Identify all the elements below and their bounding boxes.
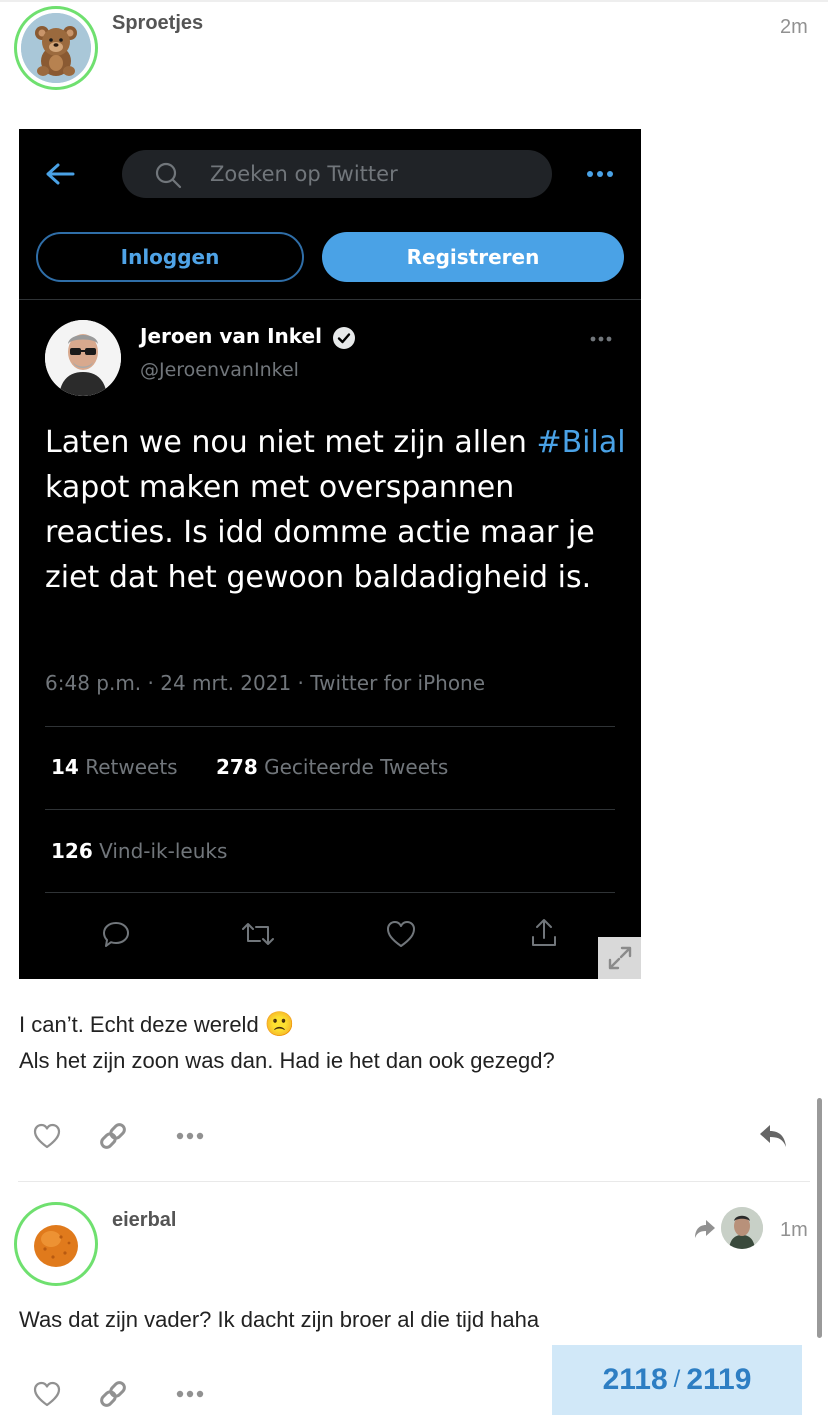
- ellipsis-icon: [176, 1132, 204, 1140]
- teddy-bear-avatar-icon: [21, 13, 91, 83]
- progress-current: 2118: [602, 1363, 668, 1396]
- reply-to-arrow-icon[interactable]: [693, 1218, 717, 1240]
- more-actions-button[interactable]: [172, 1119, 208, 1153]
- link-icon: [100, 1123, 126, 1149]
- divider: [45, 726, 615, 727]
- more-icon: [587, 171, 613, 177]
- retweets-label: Retweets: [85, 755, 178, 779]
- login-button: Inloggen: [36, 232, 304, 282]
- top-border: [0, 0, 828, 2]
- quotes-count: 278: [216, 755, 258, 779]
- like-heart-icon: [387, 921, 415, 947]
- divider: [45, 809, 615, 810]
- heart-icon: [33, 1381, 61, 1407]
- post-line: I can’t. Echt deze wereld 🙁: [19, 1007, 555, 1043]
- post-username[interactable]: eierbal: [112, 1209, 176, 1232]
- link-icon: [100, 1381, 126, 1407]
- search-placeholder: Zoeken op Twitter: [210, 162, 398, 186]
- like-button[interactable]: [30, 1377, 64, 1411]
- likes-count: 126: [51, 839, 93, 863]
- tweet-text: Laten we nou niet met zijn allen #Bilal …: [45, 420, 635, 600]
- likes-label: Vind-ik-leuks: [99, 839, 228, 863]
- divider: [45, 892, 615, 893]
- verified-badge-icon: [333, 327, 355, 349]
- retweet-icon: [242, 923, 274, 945]
- search-icon: [155, 162, 182, 189]
- quotes-label: Geciteerde Tweets: [264, 755, 449, 779]
- tweet-meta: 6:48 p.m. · 24 mrt. 2021 · Twitter for i…: [45, 671, 486, 695]
- post-divider: [18, 1181, 810, 1182]
- page-scrollbar[interactable]: [817, 1098, 822, 1338]
- post-line: Was dat zijn vader? Ik dacht zijn broer …: [19, 1307, 540, 1332]
- post-timestamp[interactable]: 2m: [780, 16, 808, 39]
- tweet-more-icon: [590, 336, 612, 342]
- post-timestamp[interactable]: 1m: [780, 1219, 808, 1242]
- hashtag-link: #Bilal: [536, 425, 626, 460]
- share-icon: [532, 919, 556, 946]
- retweets-stat: 14 Retweets: [51, 755, 178, 779]
- tweet-text-part: Laten we nou niet met zijn allen: [45, 425, 537, 460]
- reply-button[interactable]: [754, 1119, 792, 1153]
- post-line-text: I can’t. Echt deze wereld: [19, 1012, 259, 1037]
- reply-arrow-icon: [760, 1125, 786, 1147]
- ellipsis-icon: [176, 1390, 204, 1398]
- author-name: Jeroen van Inkel: [140, 324, 322, 348]
- reply-to-user-avatar[interactable]: [721, 1207, 763, 1249]
- post-body: Was dat zijn vader? Ik dacht zijn broer …: [19, 1302, 539, 1338]
- expand-image-button[interactable]: [598, 937, 641, 979]
- sad-face-emoji: 🙁: [264, 1011, 295, 1038]
- reply-bubble-icon: [103, 922, 129, 947]
- post-username[interactable]: Sproetjes: [112, 12, 203, 35]
- progress-total: 2119: [686, 1363, 752, 1396]
- retweets-count: 14: [51, 755, 79, 779]
- share-link-button[interactable]: [96, 1377, 130, 1411]
- more-actions-button[interactable]: [172, 1377, 208, 1411]
- twitter-search-input: Zoeken op Twitter: [122, 150, 552, 198]
- bitterbal-avatar-icon: [21, 1209, 91, 1279]
- quotes-stat: 278 Geciteerde Tweets: [216, 755, 448, 779]
- like-button[interactable]: [30, 1119, 64, 1153]
- divider: [19, 299, 641, 300]
- register-button: Registreren: [322, 232, 624, 282]
- tweet-screenshot[interactable]: Zoeken op Twitter Inloggen Registreren J…: [19, 129, 641, 979]
- post-actions: [0, 1111, 828, 1161]
- share-link-button[interactable]: [96, 1119, 130, 1153]
- author-avatar: [45, 320, 121, 396]
- post-body: I can’t. Echt deze wereld 🙁 Als het zijn…: [19, 1007, 555, 1079]
- tweet-text-part: kapot maken met overspannen reacties. Is…: [45, 470, 595, 595]
- post-line: Als het zijn zoon was dan. Had ie het da…: [19, 1048, 555, 1073]
- back-arrow-icon: [46, 163, 75, 185]
- author-handle: @JeroenvanInkel: [140, 359, 299, 381]
- heart-icon: [33, 1123, 61, 1149]
- avatar-sproetjes[interactable]: [14, 6, 98, 90]
- likes-stat: 126 Vind-ik-leuks: [51, 839, 227, 863]
- progress-separator: /: [673, 1366, 681, 1393]
- expand-icon: [608, 946, 631, 970]
- topic-progress-indicator[interactable]: 2118 / 2119: [552, 1345, 802, 1415]
- avatar-eierbal[interactable]: [14, 1202, 98, 1286]
